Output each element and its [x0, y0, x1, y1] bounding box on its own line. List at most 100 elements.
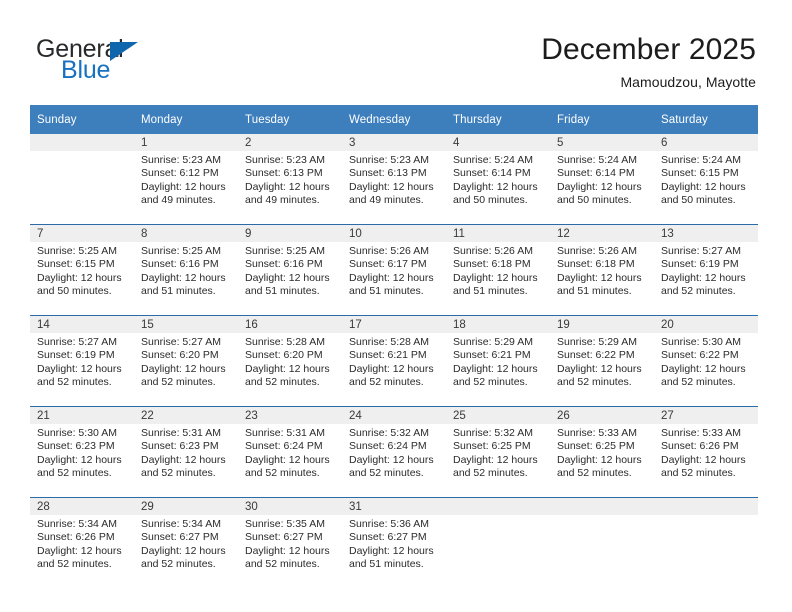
day-number: 22: [134, 407, 238, 424]
sunset-text: Sunset: 6:21 PM: [349, 349, 427, 362]
day-cell-details: Sunrise: 5:25 AM Sunset: 6:16 PM Daylight:…: [238, 242, 342, 298]
calendar-day-cell[interactable]: 30 Sunrise: 5:35 AM Sunset: 6:27 PM Dayligh…: [238, 497, 342, 588]
day-cell-inner: 18 Sunrise: 5:29 AM Sunset: 6:21 PM Dayligh…: [446, 316, 550, 406]
calendar-day-cell[interactable]: 25 Sunrise: 5:32 AM Sunset: 6:25 PM Dayligh…: [446, 406, 550, 498]
calendar-day-cell[interactable]: 27 Sunrise: 5:33 AM Sunset: 6:26 PM Dayligh…: [654, 406, 758, 498]
sunrise-text: Sunrise: 5:26 AM: [557, 245, 637, 257]
calendar-day-cell[interactable]: 20 Sunrise: 5:30 AM Sunset: 6:22 PM Dayligh…: [654, 315, 758, 407]
day-cell-details: Sunrise: 5:24 AM Sunset: 6:14 PM Daylight:…: [550, 151, 654, 207]
sunset-text: Sunset: 6:23 PM: [37, 440, 115, 453]
page-subtitle-location: Mamoudzou, Mayotte: [620, 74, 756, 90]
calendar-day-cell[interactable]: 7 Sunrise: 5:25 AM Sunset: 6:15 PM Daylight…: [30, 224, 134, 316]
calendar-day-cell[interactable]: 13 Sunrise: 5:27 AM Sunset: 6:19 PM Dayligh…: [654, 224, 758, 316]
daylight-text: Daylight: 12 hours and 52 minutes.: [141, 544, 226, 570]
calendar-day-cell[interactable]: 23 Sunrise: 5:31 AM Sunset: 6:24 PM Dayligh…: [238, 406, 342, 498]
daylight-text: Daylight: 12 hours and 52 minutes.: [661, 362, 746, 388]
calendar-day-cell[interactable]: 5 Sunrise: 5:24 AM Sunset: 6:14 PM Daylight…: [550, 134, 654, 225]
sunset-text: Sunset: 6:20 PM: [141, 349, 219, 362]
calendar-day-cell[interactable]: 6 Sunrise: 5:24 AM Sunset: 6:15 PM Daylight…: [654, 134, 758, 225]
daylight-text: Daylight: 12 hours and 52 minutes.: [453, 453, 538, 479]
general-blue-logo[interactable]: General Blue: [36, 36, 276, 90]
calendar-day-cell[interactable]: 31 Sunrise: 5:36 AM Sunset: 6:27 PM Dayligh…: [342, 497, 446, 588]
day-cell-details: Sunrise: 5:29 AM Sunset: 6:21 PM Daylight:…: [446, 333, 550, 389]
calendar-day-cell[interactable]: 12 Sunrise: 5:26 AM Sunset: 6:18 PM Dayligh…: [550, 224, 654, 316]
day-cell-inner: 2 Sunrise: 5:23 AM Sunset: 6:13 PM Daylight…: [238, 134, 342, 224]
sunset-text: Sunset: 6:19 PM: [661, 258, 739, 271]
day-cell-inner: 22 Sunrise: 5:31 AM Sunset: 6:23 PM Dayligh…: [134, 407, 238, 497]
day-cell-details: Sunrise: 5:32 AM Sunset: 6:25 PM Daylight:…: [446, 424, 550, 480]
daylight-text: Daylight: 12 hours and 51 minutes.: [557, 271, 642, 297]
calendar-day-cell[interactable]: 8 Sunrise: 5:25 AM Sunset: 6:16 PM Daylight…: [134, 224, 238, 316]
sunrise-text: Sunrise: 5:26 AM: [349, 245, 429, 257]
daylight-text: Daylight: 12 hours and 49 minutes.: [141, 180, 226, 206]
day-number: 13: [654, 225, 758, 242]
calendar-day-cell[interactable]: 16 Sunrise: 5:28 AM Sunset: 6:20 PM Dayligh…: [238, 315, 342, 407]
calendar-day-cell[interactable]: 14 Sunrise: 5:27 AM Sunset: 6:19 PM Dayligh…: [30, 315, 134, 407]
calendar-day-cell[interactable]: 17 Sunrise: 5:28 AM Sunset: 6:21 PM Dayligh…: [342, 315, 446, 407]
sunset-text: Sunset: 6:15 PM: [37, 258, 115, 271]
day-number: 23: [238, 407, 342, 424]
sunrise-text: Sunrise: 5:35 AM: [245, 518, 325, 530]
day-cell-inner: 13 Sunrise: 5:27 AM Sunset: 6:19 PM Dayligh…: [654, 225, 758, 315]
calendar-day-cell[interactable]: 24 Sunrise: 5:32 AM Sunset: 6:24 PM Dayligh…: [342, 406, 446, 498]
calendar-week-row: 14 Sunrise: 5:27 AM Sunset: 6:19 PM Dayligh…: [30, 315, 758, 407]
calendar-week-row: 1 Sunrise: 5:23 AM Sunset: 6:12 PM Daylight…: [30, 134, 758, 225]
calendar-day-cell[interactable]: 19 Sunrise: 5:29 AM Sunset: 6:22 PM Dayligh…: [550, 315, 654, 407]
day-number: 14: [30, 316, 134, 333]
day-cell-inner: 27 Sunrise: 5:33 AM Sunset: 6:26 PM Dayligh…: [654, 407, 758, 497]
day-number: 10: [342, 225, 446, 242]
sunrise-text: Sunrise: 5:30 AM: [661, 336, 741, 348]
calendar-week-row: 7 Sunrise: 5:25 AM Sunset: 6:15 PM Daylight…: [30, 224, 758, 316]
sunrise-text: Sunrise: 5:32 AM: [453, 427, 533, 439]
calendar-day-cell[interactable]: 9 Sunrise: 5:25 AM Sunset: 6:16 PM Daylight…: [238, 224, 342, 316]
sunrise-text: Sunrise: 5:25 AM: [37, 245, 117, 257]
weekday-header-tuesday: Tuesday: [238, 105, 342, 134]
day-cell-details: Sunrise: 5:24 AM Sunset: 6:15 PM Daylight:…: [654, 151, 758, 207]
sunset-text: Sunset: 6:27 PM: [141, 531, 219, 544]
calendar-day-cell[interactable]: 18 Sunrise: 5:29 AM Sunset: 6:21 PM Dayligh…: [446, 315, 550, 407]
day-number: 18: [446, 316, 550, 333]
sunrise-text: Sunrise: 5:25 AM: [141, 245, 221, 257]
day-number: 5: [550, 134, 654, 151]
day-cell-inner: 9 Sunrise: 5:25 AM Sunset: 6:16 PM Daylight…: [238, 225, 342, 315]
day-cell-inner: [30, 134, 134, 224]
day-number: 3: [342, 134, 446, 151]
logo-triangle-icon: [110, 42, 138, 61]
calendar-day-cell-empty: [446, 497, 550, 588]
calendar-day-cell[interactable]: 28 Sunrise: 5:34 AM Sunset: 6:26 PM Dayligh…: [30, 497, 134, 588]
calendar-day-cell[interactable]: 21 Sunrise: 5:30 AM Sunset: 6:23 PM Dayligh…: [30, 406, 134, 498]
calendar-day-cell[interactable]: 15 Sunrise: 5:27 AM Sunset: 6:20 PM Dayligh…: [134, 315, 238, 407]
sunrise-text: Sunrise: 5:30 AM: [37, 427, 117, 439]
logo-text-blue: Blue: [61, 56, 111, 84]
day-cell-inner: 17 Sunrise: 5:28 AM Sunset: 6:21 PM Dayligh…: [342, 316, 446, 406]
day-cell-inner: 19 Sunrise: 5:29 AM Sunset: 6:22 PM Dayligh…: [550, 316, 654, 406]
daylight-text: Daylight: 12 hours and 52 minutes.: [661, 453, 746, 479]
day-cell-inner: 3 Sunrise: 5:23 AM Sunset: 6:13 PM Daylight…: [342, 134, 446, 224]
day-number: 30: [238, 498, 342, 515]
calendar-day-cell[interactable]: 22 Sunrise: 5:31 AM Sunset: 6:23 PM Dayligh…: [134, 406, 238, 498]
day-cell-inner: 25 Sunrise: 5:32 AM Sunset: 6:25 PM Dayligh…: [446, 407, 550, 497]
calendar-day-cell[interactable]: 10 Sunrise: 5:26 AM Sunset: 6:17 PM Dayligh…: [342, 224, 446, 316]
day-cell-details: Sunrise: 5:28 AM Sunset: 6:21 PM Daylight:…: [342, 333, 446, 389]
day-cell-inner: 24 Sunrise: 5:32 AM Sunset: 6:24 PM Dayligh…: [342, 407, 446, 497]
calendar-day-cell[interactable]: 1 Sunrise: 5:23 AM Sunset: 6:12 PM Daylight…: [134, 134, 238, 225]
daylight-text: Daylight: 12 hours and 49 minutes.: [349, 180, 434, 206]
calendar-day-cell[interactable]: 29 Sunrise: 5:34 AM Sunset: 6:27 PM Dayligh…: [134, 497, 238, 588]
page-title: December 2025: [541, 33, 756, 66]
day-number: 21: [30, 407, 134, 424]
day-cell-inner: 11 Sunrise: 5:26 AM Sunset: 6:18 PM Dayligh…: [446, 225, 550, 315]
calendar-day-cell[interactable]: 2 Sunrise: 5:23 AM Sunset: 6:13 PM Daylight…: [238, 134, 342, 225]
calendar-table: Sunday Monday Tuesday Wednesday Thursday…: [30, 105, 758, 588]
day-cell-inner: 23 Sunrise: 5:31 AM Sunset: 6:24 PM Dayligh…: [238, 407, 342, 497]
sunset-text: Sunset: 6:17 PM: [349, 258, 427, 271]
day-cell-details: Sunrise: 5:23 AM Sunset: 6:12 PM Daylight:…: [134, 151, 238, 207]
calendar-day-cell[interactable]: 11 Sunrise: 5:26 AM Sunset: 6:18 PM Dayligh…: [446, 224, 550, 316]
day-number: 17: [342, 316, 446, 333]
calendar-day-cell[interactable]: 26 Sunrise: 5:33 AM Sunset: 6:25 PM Dayligh…: [550, 406, 654, 498]
calendar-day-cell[interactable]: 3 Sunrise: 5:23 AM Sunset: 6:13 PM Daylight…: [342, 134, 446, 225]
day-cell-inner: 31 Sunrise: 5:36 AM Sunset: 6:27 PM Dayligh…: [342, 498, 446, 588]
sunset-text: Sunset: 6:16 PM: [141, 258, 219, 271]
day-number: 2: [238, 134, 342, 151]
day-cell-details: Sunrise: 5:30 AM Sunset: 6:23 PM Daylight:…: [30, 424, 134, 480]
calendar-day-cell[interactable]: 4 Sunrise: 5:24 AM Sunset: 6:14 PM Daylight…: [446, 134, 550, 225]
